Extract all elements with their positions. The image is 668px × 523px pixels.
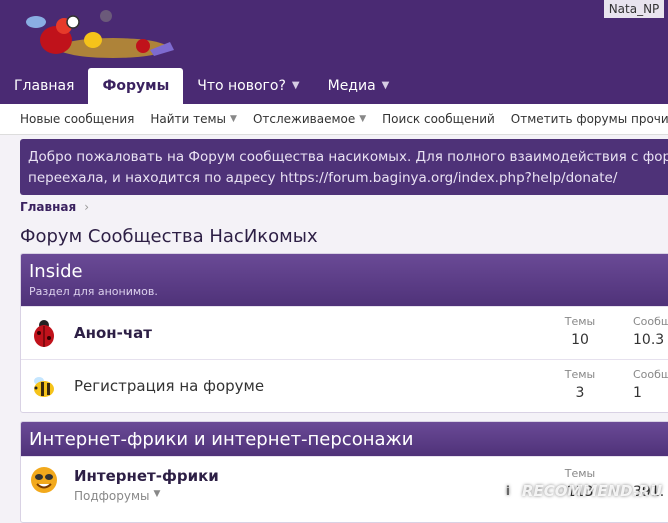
breadcrumb-home[interactable]: Главная — [20, 200, 76, 214]
posts-label — [633, 467, 668, 480]
forum-posts: Сообщения 1 — [633, 368, 668, 401]
tab-whats-new-label: Что нового? — [197, 78, 286, 94]
forum-title[interactable]: Регистрация на форуме — [74, 377, 264, 395]
posts-label: Сообщения — [633, 315, 668, 328]
breadcrumb: Главная › — [20, 200, 89, 214]
site-logo[interactable] — [18, 2, 198, 64]
chevron-down-icon: ▼ — [153, 489, 161, 499]
notice-line-1: Добро пожаловать на Форум сообщества нас… — [28, 149, 668, 165]
tab-media[interactable]: Медиа ▼ — [314, 68, 404, 104]
forum-title[interactable]: Анон-чат — [74, 324, 152, 342]
sub-nav-label: Новые сообщения — [20, 112, 135, 126]
tab-forums-label: Форумы — [102, 78, 170, 94]
forum-row: Анон-чат Темы 10 Сообщения 10.3 — [21, 306, 668, 359]
forum-title[interactable]: Интернет-фрики — [74, 467, 219, 485]
sub-nav-label: Найти темы — [150, 112, 227, 126]
chevron-right-icon: › — [84, 200, 90, 214]
category-description: Раздел для анонимов. — [29, 285, 158, 298]
sub-nav-find-threads[interactable]: Найти темы ▼ — [142, 112, 245, 126]
chevron-down-icon[interactable]: ▼ — [359, 114, 366, 124]
sub-nav-new-posts[interactable]: Новые сообщения — [0, 112, 142, 126]
sub-nav-label: Отслеживаемое — [252, 112, 356, 126]
posts-label: Сообщения — [633, 368, 668, 381]
notice-line-2[interactable]: переехала, и находится по адресу https:/… — [28, 168, 668, 189]
threads-count: 3 — [575, 385, 585, 401]
tab-home-label: Главная — [14, 78, 75, 94]
bee-icon — [34, 377, 54, 397]
tab-whats-new[interactable]: Что нового? ▼ — [183, 68, 313, 104]
watermark-logo-icon: i — [498, 482, 517, 500]
ladybug-icon — [34, 320, 54, 347]
category-title[interactable]: Интернет-фрики и интернет-персонажи — [29, 428, 668, 452]
subforums-dropdown[interactable]: Подфорумы ▼ — [74, 489, 160, 503]
sub-nav-label: Поиск сообщений — [382, 112, 495, 126]
tab-media-label: Медиа — [327, 78, 376, 94]
threads-label: Темы — [564, 368, 596, 381]
site-header: Nata_NP Главная Форумы Что нового? ▼ Мед… — [0, 0, 668, 104]
sub-nav-label: Отметить форумы прочитанными — [510, 112, 668, 126]
tab-home[interactable]: Главная — [0, 68, 88, 104]
forum-threads: Темы 3 — [555, 368, 605, 401]
tab-forums[interactable]: Форумы — [88, 68, 184, 104]
category-header: Интернет-фрики и интернет-персонажи — [21, 422, 668, 456]
sub-nav-mark-read[interactable]: Отметить форумы прочитанными — [503, 112, 668, 126]
smiley-icon — [31, 467, 57, 493]
main-nav: Главная Форумы Что нового? ▼ Медиа ▼ — [0, 68, 403, 104]
category-inside: Inside Раздел для анонимов. Анон-чат Тем… — [20, 253, 668, 413]
threads-label: Темы — [564, 315, 596, 328]
welcome-notice: Добро пожаловать на Форум сообщества нас… — [20, 139, 668, 195]
category-header: Inside Раздел для анонимов. — [21, 254, 668, 306]
threads-count: 10 — [571, 332, 589, 348]
posts-count: 1 — [633, 385, 642, 401]
posts-count: 10.3 — [633, 332, 665, 348]
chevron-down-icon[interactable]: ▼ — [230, 114, 237, 124]
forum-row: Регистрация на форуме Темы 3 Сообщения 1 — [21, 359, 668, 412]
username-badge[interactable]: Nata_NP — [604, 0, 664, 18]
threads-label: Темы — [564, 467, 596, 480]
sub-nav: Новые сообщения Найти темы ▼ Отслеживаем… — [0, 104, 668, 135]
watermark: i RECOMMEND.RU — [498, 482, 662, 500]
sub-nav-search-posts[interactable]: Поиск сообщений — [374, 112, 503, 126]
category-title[interactable]: Inside — [29, 260, 668, 284]
sub-nav-watched[interactable]: Отслеживаемое ▼ — [245, 112, 374, 126]
watermark-text: RECOMMEND.RU — [521, 482, 662, 500]
page-title: Форум Сообщества НасИкомых — [20, 226, 318, 247]
chevron-down-icon[interactable]: ▼ — [382, 68, 390, 104]
chevron-down-icon[interactable]: ▼ — [292, 68, 300, 104]
subforums-label: Подфорумы — [74, 489, 150, 503]
forum-threads: Темы 10 — [555, 315, 605, 348]
forum-posts: Сообщения 10.3 — [633, 315, 668, 348]
